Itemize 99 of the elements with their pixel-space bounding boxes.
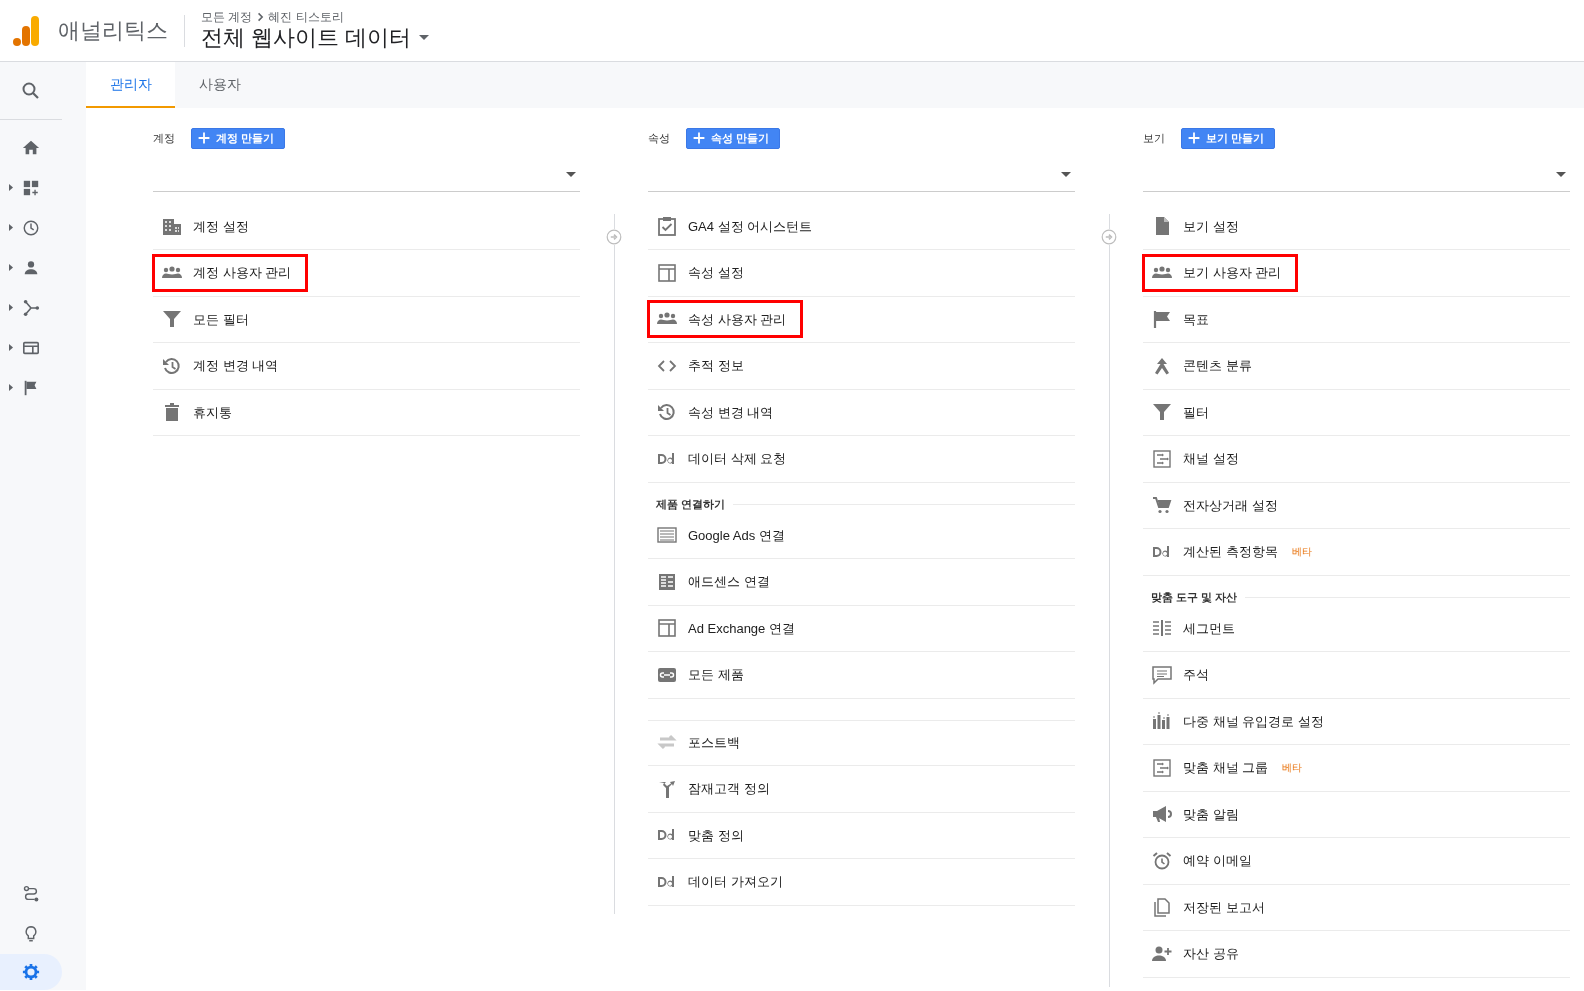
menu-item[interactable]: 예약 이메일 [1142,841,1269,880]
menu-item[interactable]: Google Ads 연결 [647,516,802,555]
bar-chart-icon [1152,711,1172,732]
copy-icon [1152,897,1172,918]
expand-caret-icon [9,344,13,351]
section-heading: 제품 연결하기 [656,497,726,513]
menu-item[interactable]: 추적 정보 [647,346,761,385]
clipboard-check-icon [657,216,677,237]
create-button[interactable]: 보기 만들기 [1181,128,1276,149]
arrow-circle-icon [605,229,622,245]
menu-item[interactable]: 모든 필터 [152,300,266,339]
menu-item[interactable]: 포스트백 [647,723,757,762]
menu-item[interactable]: GA4 설정 어시스턴트 [647,207,830,246]
segment-icon [1152,618,1172,639]
menu-item[interactable]: 저장된 보고서 [1142,888,1282,927]
menu-item[interactable]: 목표 [1142,300,1226,339]
dashboard-icon [22,179,40,197]
home-icon [22,139,40,157]
plus-icon [198,132,210,145]
create-button[interactable]: 계정 만들기 [191,128,286,149]
menu-item[interactable]: 콘텐츠 분류 [1142,346,1269,385]
expand-caret-icon [9,224,13,231]
expand-caret-icon [9,384,13,391]
menu-item[interactable]: 보기 설정 [1142,207,1256,246]
column-label: 보기 [1143,131,1165,146]
dropdown-caret-icon [1556,171,1566,177]
menu-item[interactable]: 채널 설정 [1142,439,1256,478]
person-icon [22,259,40,277]
chevron-right-icon [256,11,265,22]
dropdown-caret-icon [1061,171,1071,177]
building-icon [162,216,182,237]
menu-item[interactable]: 데이터 삭제 요청 [647,439,804,478]
arrow-circle-icon [1100,229,1117,245]
layout-icon [657,262,677,283]
column-label: 속성 [648,131,670,146]
plus-icon [693,132,705,145]
history-icon [162,355,182,376]
menu-item[interactable]: Ad Exchange 연결 [647,609,812,648]
dropdown-caret-icon [566,171,576,177]
menu-item[interactable]: 휴지통 [152,393,249,432]
create-button[interactable]: 속성 만들기 [686,128,781,149]
lines-icon [657,525,677,546]
menu-item[interactable]: 데이터 가져오기 [647,862,800,901]
property-title[interactable]: 전체 웹사이트 데이터 [201,23,412,52]
expand-caret-icon [9,184,13,191]
window-icon [22,339,40,357]
comment-icon [1152,664,1172,685]
menu-item[interactable]: 계정 사용자 관리 [152,253,309,292]
clock-icon [22,219,40,237]
nav-button[interactable] [0,954,62,990]
product-name: 애널리틱스 [58,14,185,47]
menu-item[interactable]: 계정 변경 내역 [152,346,296,385]
route-icon [22,885,40,903]
trash-icon [162,402,182,423]
menu-item[interactable]: 주석 [1142,655,1226,694]
menu-item[interactable]: 계산된 측정항목 베타 [1142,532,1329,571]
beta-label: 베타 [1291,545,1312,560]
column-label: 계정 [153,131,175,146]
cart-icon [1152,495,1172,516]
channel-icon [1152,757,1172,778]
filter-icon [1152,402,1172,423]
breadcrumb-link[interactable]: 혜진 티스토리 [268,9,344,24]
tab[interactable]: 관리자 [86,62,175,108]
menu-item[interactable]: 애드센스 연결 [647,562,787,601]
search-icon [21,80,41,101]
menu-item[interactable]: 속성 사용자 관리 [647,300,804,339]
menu-item[interactable]: 맞춤 정의 [647,816,761,855]
menu-item[interactable]: 전자상거래 설정 [1142,486,1295,525]
menu-item[interactable]: 속성 설정 [647,253,761,292]
filter-icon [162,309,182,330]
analytics-logo-icon [12,15,40,46]
menu-item[interactable]: 속성 변경 내역 [647,393,791,432]
megaphone-icon [1152,804,1172,825]
settings-icon [22,963,40,981]
menu-item[interactable]: 맞춤 알림 [1142,795,1256,834]
menu-item[interactable]: 계정 설정 [152,207,266,246]
beta-label: 베타 [1282,761,1303,776]
expand-caret-icon [9,264,13,271]
breadcrumb-link[interactable]: 모든 계정 [201,9,253,24]
menu-item[interactable]: 세그먼트 [1142,609,1252,648]
alarm-clock-icon [1152,850,1172,871]
dropdown-caret-icon[interactable] [419,35,430,40]
section-heading: 맞춤 도구 및 자산 [1151,590,1238,606]
menu-item[interactable]: 필터 [1142,393,1226,432]
menu-item[interactable]: 다중 채널 유입경로 설정 [1142,702,1341,741]
document-columns-icon [657,571,677,592]
menu-item[interactable]: 모든 제품 [647,655,761,694]
channel-icon [1152,448,1172,469]
flag-icon [1152,309,1172,330]
expand-caret-icon [9,304,13,311]
branch-icon [22,299,40,317]
menu-item[interactable]: 잠재고객 정의 [647,769,787,808]
menu-item[interactable]: 보기 사용자 관리 [1142,253,1299,292]
history-icon [657,402,677,423]
tab[interactable]: 사용자 [175,62,264,108]
menu-item[interactable]: 자산 공유 [1142,934,1256,973]
plus-icon [1188,132,1200,145]
menu-item[interactable]: 맞춤 채널 그룹 베타 [1142,748,1320,787]
layout-icon [657,618,677,639]
